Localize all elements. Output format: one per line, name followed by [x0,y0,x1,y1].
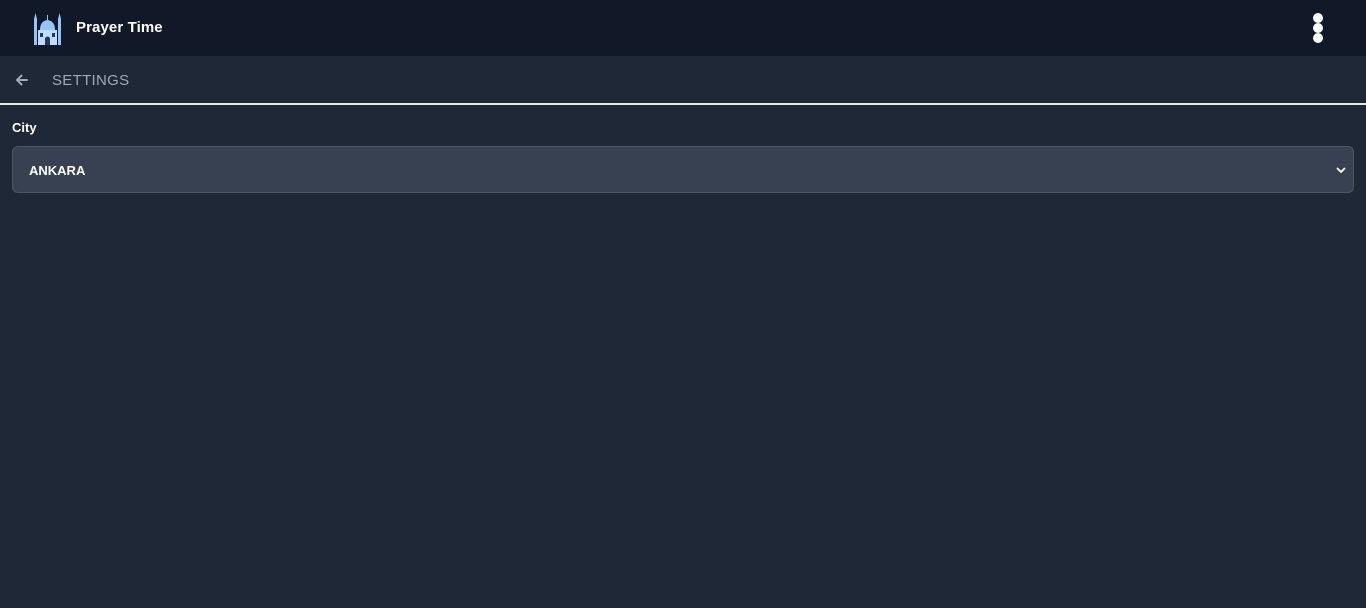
mosque-icon [34,13,61,45]
header-divider [0,103,1366,105]
city-label: City [12,120,37,135]
overflow-menu-button[interactable] [1304,10,1332,46]
kebab-menu-icon [1313,13,1323,23]
top-app-bar: Prayer Time [0,0,1366,56]
city-select[interactable]: ANKARA [12,146,1354,193]
city-select-value: ANKARA [29,163,86,178]
kebab-menu-dot [1313,23,1323,33]
settings-header [0,56,1366,104]
kebab-menu-dot [1313,33,1323,43]
page-title: SETTINGS [52,72,130,89]
app-title: Prayer Time [76,19,163,36]
chevron-down-icon [1336,167,1346,173]
arrow-left-icon[interactable] [12,70,32,90]
